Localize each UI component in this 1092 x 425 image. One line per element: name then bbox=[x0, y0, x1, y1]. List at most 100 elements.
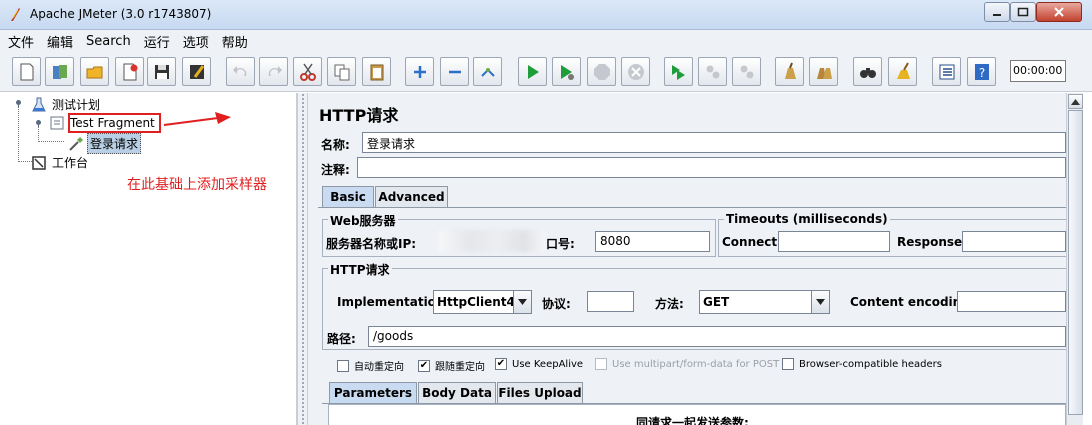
templates-button[interactable] bbox=[45, 57, 74, 86]
redacted-blur bbox=[438, 230, 546, 252]
undo-button[interactable] bbox=[226, 57, 255, 86]
tree-label: 测试计划 bbox=[52, 98, 101, 112]
clear-all-button[interactable] bbox=[809, 57, 838, 86]
tree-node-login-request[interactable]: 登录请求 bbox=[68, 133, 142, 154]
dropdown-arrow[interactable] bbox=[811, 291, 829, 313]
new-button[interactable] bbox=[12, 57, 41, 86]
scroll-thumb[interactable] bbox=[1068, 110, 1083, 415]
highlight-box bbox=[68, 113, 161, 133]
menu-edit[interactable]: 编辑 bbox=[47, 32, 73, 51]
method-label: 方法: bbox=[655, 297, 684, 311]
shutdown-icon bbox=[627, 63, 644, 80]
pane-splitter[interactable] bbox=[297, 93, 308, 425]
checkbox-box[interactable] bbox=[782, 358, 794, 370]
remote-stop-button[interactable] bbox=[698, 57, 727, 86]
start-no-pauses-button[interactable] bbox=[552, 57, 581, 86]
collapse-toggle-icon[interactable] bbox=[34, 118, 43, 127]
tab-parameters[interactable]: Parameters bbox=[329, 382, 417, 403]
clear-button[interactable] bbox=[775, 57, 804, 86]
dropdown-arrow[interactable] bbox=[513, 291, 531, 313]
fragment-icon bbox=[50, 116, 64, 130]
menu-search[interactable]: Search bbox=[86, 34, 131, 49]
tab-basic[interactable]: Basic bbox=[322, 186, 374, 207]
chevron-up-icon bbox=[1071, 98, 1080, 105]
toolbar: ? 00:00:00 bbox=[0, 52, 1092, 92]
menu-file[interactable]: 文件 bbox=[8, 32, 34, 51]
connect-timeout-input[interactable] bbox=[778, 231, 890, 252]
save-as-button[interactable] bbox=[182, 57, 211, 86]
collapse-all-button[interactable] bbox=[440, 57, 469, 86]
remote-start-icon bbox=[671, 64, 685, 80]
menu-run[interactable]: 运行 bbox=[144, 32, 170, 51]
collapse-toggle-icon[interactable] bbox=[14, 98, 23, 107]
method-select[interactable]: GET bbox=[699, 290, 830, 314]
open-button[interactable] bbox=[80, 57, 109, 86]
chevron-down-icon bbox=[518, 299, 527, 305]
scissors-icon bbox=[299, 63, 316, 81]
shutdown-button[interactable] bbox=[621, 57, 650, 86]
comment-input[interactable] bbox=[357, 157, 1066, 178]
window-title: Apache JMeter (3.0 r1743807) bbox=[30, 7, 212, 21]
tab-advanced[interactable]: Advanced bbox=[375, 186, 448, 207]
follow-redirects-checkbox[interactable]: ✔ 跟随重定向 bbox=[418, 358, 485, 373]
menu-help[interactable]: 帮助 bbox=[222, 32, 248, 51]
remote-start-button[interactable] bbox=[664, 57, 693, 86]
content-encoding-input[interactable] bbox=[957, 291, 1066, 312]
paste-button[interactable] bbox=[362, 57, 391, 86]
checkbox-box[interactable] bbox=[337, 359, 349, 372]
minimize-button[interactable] bbox=[984, 2, 1010, 22]
menu-options[interactable]: 选项 bbox=[183, 32, 209, 51]
stop-icon bbox=[593, 63, 610, 80]
response-timeout-input[interactable] bbox=[962, 231, 1066, 252]
maximize-button[interactable] bbox=[1010, 2, 1036, 22]
http-request-title: HTTP请求 bbox=[328, 261, 392, 278]
stop-button[interactable] bbox=[587, 57, 616, 86]
tab-body-data[interactable]: Body Data bbox=[418, 382, 496, 403]
name-input[interactable]: 登录请求 bbox=[362, 132, 1066, 153]
tree-connector bbox=[18, 161, 32, 162]
path-label: 路径: bbox=[327, 332, 356, 346]
follow-redirects-auto-checkbox[interactable]: 自动重定向 bbox=[337, 358, 404, 373]
cut-button[interactable] bbox=[293, 57, 322, 86]
keepalive-checkbox[interactable]: ✔ Use KeepAlive bbox=[495, 358, 583, 370]
port-input[interactable]: 8080 bbox=[595, 231, 710, 252]
sampler-pipette-icon bbox=[69, 136, 83, 151]
help-button[interactable]: ? bbox=[967, 57, 996, 86]
toggle-button[interactable] bbox=[473, 57, 502, 86]
tree-connector bbox=[38, 141, 64, 142]
path-input[interactable]: /goods bbox=[368, 326, 1066, 347]
expand-all-button[interactable] bbox=[405, 57, 434, 86]
tree-label: 工作台 bbox=[52, 156, 89, 170]
menu-bar: 文件 编辑 Search 运行 选项 帮助 bbox=[0, 30, 1092, 52]
svg-text:?: ? bbox=[978, 66, 984, 80]
scroll-up-button[interactable] bbox=[1068, 94, 1083, 109]
browser-headers-checkbox[interactable]: Browser-compatible headers bbox=[782, 358, 942, 370]
function-helper-button[interactable] bbox=[932, 57, 961, 86]
annotation-text: 在此基础上添加采样器 bbox=[127, 177, 267, 193]
remote-stop-icon bbox=[706, 65, 719, 78]
close-button[interactable] bbox=[1036, 2, 1082, 22]
timeouts-title: Timeouts (milliseconds) bbox=[724, 212, 890, 226]
minimize-icon bbox=[993, 14, 1001, 16]
tree-node-test-plan[interactable]: 测试计划 bbox=[31, 95, 102, 114]
jmeter-feather-icon bbox=[11, 8, 20, 21]
implementation-select[interactable]: HttpClient4 bbox=[433, 290, 532, 314]
method-value: GET bbox=[703, 295, 730, 309]
check-icon[interactable]: ✔ bbox=[418, 359, 430, 372]
start-button[interactable] bbox=[518, 57, 547, 86]
tab-files-upload[interactable]: Files Upload bbox=[497, 382, 583, 403]
close-plan-button[interactable] bbox=[115, 57, 144, 86]
vertical-scrollbar[interactable] bbox=[1066, 93, 1083, 425]
check-icon[interactable]: ✔ bbox=[495, 358, 507, 370]
reset-search-button[interactable] bbox=[888, 57, 917, 86]
save-button[interactable] bbox=[147, 57, 176, 86]
tab-divider bbox=[318, 207, 1066, 208]
copy-button[interactable] bbox=[327, 57, 356, 86]
play-icon bbox=[527, 64, 539, 79]
remote-shutdown-button[interactable] bbox=[732, 57, 761, 86]
search-button[interactable] bbox=[853, 57, 882, 86]
redo-button[interactable] bbox=[259, 57, 288, 86]
reset-search-broom-icon bbox=[896, 62, 910, 79]
tree-node-workbench[interactable]: 工作台 bbox=[31, 153, 90, 172]
protocol-input[interactable] bbox=[587, 291, 634, 312]
